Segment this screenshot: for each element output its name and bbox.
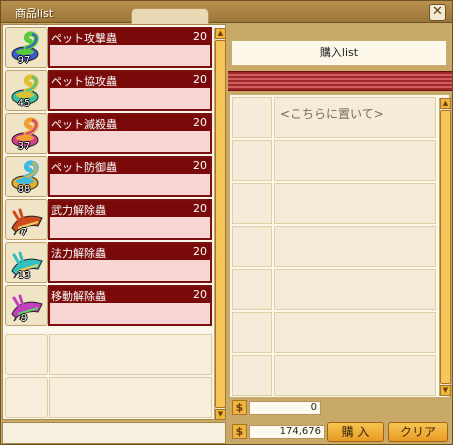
tab-background (131, 8, 209, 24)
product-header-bar: ペット滅殺蟲 20 (50, 115, 210, 131)
product-icon-slot[interactable]: 45 (5, 70, 48, 111)
product-quantity: 45 (17, 98, 31, 109)
purchase-icon-slot[interactable] (232, 183, 272, 224)
purchase-info-slot[interactable] (274, 269, 436, 310)
product-header-bar: ペット防御蟲 20 (50, 158, 210, 174)
product-row[interactable]: 97 ペット攻撃蟲 20 (5, 27, 212, 68)
product-quantity: 97 (17, 55, 31, 66)
product-header-bar: 武力解除蟲 20 (50, 201, 210, 217)
product-row[interactable]: 45 ペット協攻蟲 20 (5, 70, 212, 111)
scroll-down-button[interactable]: ▼ (440, 385, 451, 396)
empty-icon-slot (5, 334, 48, 375)
purchase-info-slot[interactable] (274, 355, 436, 396)
product-quantity: 7 (20, 227, 28, 238)
shop-window: 商品list ✕ 97 ペット攻撃蟲 20 45 ペット協攻蟲 20 37 ペット滅殺蟲 20 8… (0, 0, 453, 445)
money-value: 174,676 (249, 425, 325, 439)
purchase-divider-band (228, 71, 452, 91)
product-header-bar: ペット攻撃蟲 20 (50, 29, 210, 45)
purchase-icon-slot[interactable] (232, 269, 272, 310)
product-info[interactable]: ペット滅殺蟲 20 (48, 113, 212, 154)
product-price: 20 (193, 116, 207, 129)
product-quantity: 9 (20, 313, 28, 324)
dollar-icon: $ (232, 400, 247, 415)
product-price: 20 (193, 73, 207, 86)
scroll-up-button[interactable]: ▲ (215, 28, 226, 39)
product-list: 97 ペット攻撃蟲 20 45 ペット協攻蟲 20 37 ペット滅殺蟲 20 88 ペット防御蟲 20… (2, 24, 226, 420)
money-display: $ 174,676 (232, 422, 325, 442)
product-quantity: 88 (17, 184, 31, 195)
purchase-total-value: 0 (249, 401, 321, 415)
purchase-icon-slot[interactable] (232, 140, 272, 181)
purchase-info-slot[interactable] (274, 226, 436, 267)
empty-product-slot (5, 377, 212, 418)
product-name: ペット滅殺蟲 (51, 118, 117, 131)
buy-button[interactable]: 購 入 (327, 422, 384, 442)
scroll-up-button[interactable]: ▲ (440, 98, 451, 109)
product-header-bar: ペット協攻蟲 20 (50, 72, 210, 88)
product-price: 20 (193, 288, 207, 301)
product-icon-slot[interactable]: 37 (5, 113, 48, 154)
purchase-total: $ 0 (232, 400, 324, 417)
scroll-thumb[interactable] (440, 110, 451, 384)
product-icon-slot[interactable]: 9 (5, 285, 48, 326)
product-price: 20 (193, 159, 207, 172)
product-row[interactable]: 37 ペット滅殺蟲 20 (5, 113, 212, 154)
product-row[interactable]: 9 移動解除蟲 20 (5, 285, 212, 326)
empty-product-slot (5, 334, 212, 375)
product-info[interactable]: ペット防御蟲 20 (48, 156, 212, 197)
scroll-down-button[interactable]: ▼ (215, 409, 226, 420)
empty-icon-slot (5, 377, 48, 418)
purchase-list-title: 購入list (231, 40, 447, 66)
product-list-scrollbar[interactable]: ▲ ▼ (214, 28, 226, 420)
product-name: 法力解除蟲 (51, 247, 106, 260)
product-quantity: 37 (17, 141, 31, 152)
scroll-thumb[interactable] (215, 40, 226, 408)
product-icon-slot[interactable]: 13 (5, 242, 48, 283)
purchase-info-slot[interactable] (274, 183, 436, 224)
product-info[interactable]: 武力解除蟲 20 (48, 199, 212, 240)
purchase-panel: 購入list <こちらに置いて> ▲ ▼ $ 0 (228, 24, 452, 421)
product-info[interactable]: ペット攻撃蟲 20 (48, 27, 212, 68)
product-name: 移動解除蟲 (51, 290, 106, 303)
product-row[interactable]: 88 ペット防御蟲 20 (5, 156, 212, 197)
purchase-icon-slot[interactable] (232, 312, 272, 353)
purchase-icon-slot[interactable] (232, 226, 272, 267)
dollar-icon: $ (232, 424, 247, 439)
purchase-icon-slot[interactable] (232, 97, 272, 138)
product-header-bar: 法力解除蟲 20 (50, 244, 210, 260)
product-info[interactable]: 法力解除蟲 20 (48, 242, 212, 283)
product-price: 20 (193, 30, 207, 43)
product-name: ペット攻撃蟲 (51, 32, 117, 45)
empty-info-slot (49, 377, 212, 418)
drop-placeholder-text: <こちらに置いて> (280, 107, 384, 121)
product-price: 20 (193, 202, 207, 215)
empty-info-slot (49, 334, 212, 375)
product-price: 20 (193, 245, 207, 258)
purchase-info-slot[interactable] (274, 312, 436, 353)
product-info[interactable]: ペット協攻蟲 20 (48, 70, 212, 111)
purchase-icon-slot[interactable] (232, 355, 272, 396)
title-bar[interactable]: 商品list ✕ (1, 1, 452, 24)
product-name: ペット防御蟲 (51, 161, 117, 174)
product-row[interactable]: 13 法力解除蟲 20 (5, 242, 212, 283)
purchase-drop-area[interactable]: <こちらに置いて> ▲ ▼ (229, 94, 451, 398)
product-quantity: 13 (17, 270, 31, 281)
product-row[interactable]: 7 武力解除蟲 20 (5, 199, 212, 240)
product-header-bar: 移動解除蟲 20 (50, 287, 210, 303)
product-name: 武力解除蟲 (51, 204, 106, 217)
product-icon-slot[interactable]: 97 (5, 27, 48, 68)
clear-button[interactable]: クリア (388, 422, 448, 442)
product-icon-slot[interactable]: 88 (5, 156, 48, 197)
product-icon-slot[interactable]: 7 (5, 199, 48, 240)
close-button[interactable]: ✕ (429, 4, 446, 21)
purchase-info-slot[interactable] (274, 140, 436, 181)
product-list-footer (2, 422, 226, 444)
product-name: ペット協攻蟲 (51, 75, 117, 88)
product-info[interactable]: 移動解除蟲 20 (48, 285, 212, 326)
window-title: 商品list (15, 7, 54, 20)
purchase-list-scrollbar[interactable]: ▲ ▼ (439, 98, 451, 396)
